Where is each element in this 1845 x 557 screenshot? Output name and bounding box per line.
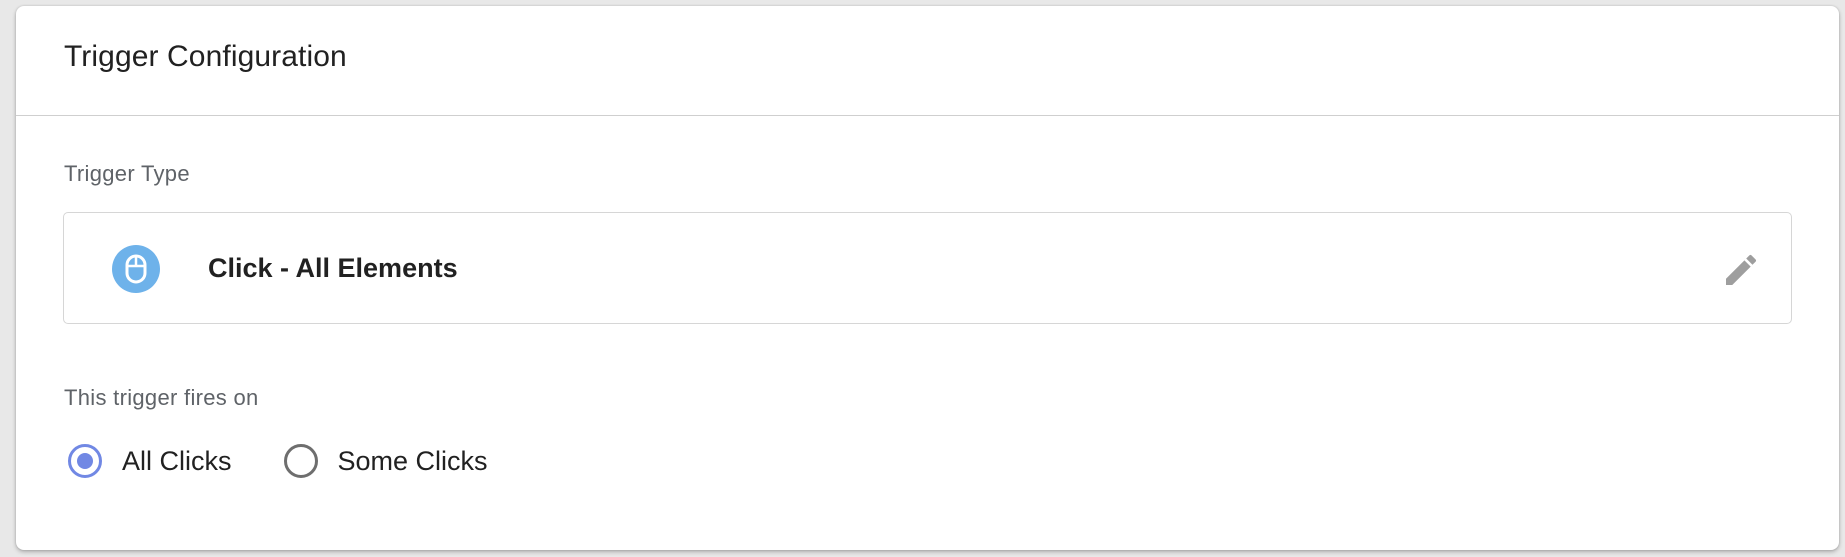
trigger-type-name: Click - All Elements: [208, 253, 458, 283]
card-header: Trigger Configuration: [16, 6, 1839, 116]
trigger-type-selector[interactable]: Click - All Elements: [63, 212, 1792, 324]
card-title: Trigger Configuration: [64, 40, 347, 73]
radio-label-some-clicks: Some Clicks: [337, 445, 488, 476]
radio-option-some-clicks[interactable]: Some Clicks: [282, 444, 488, 478]
radio-button-some-clicks[interactable]: [283, 444, 318, 478]
trigger-type-label: Trigger Type: [64, 161, 190, 186]
radio-button-all-clicks[interactable]: [68, 444, 102, 478]
radio-label-all-clicks: All Clicks: [122, 445, 232, 476]
pencil-icon[interactable]: [1721, 250, 1761, 290]
fires-on-radio-group: All Clicks Some Clicks: [66, 444, 538, 478]
fires-on-label: This trigger fires on: [64, 385, 259, 410]
mouse-icon: [112, 245, 160, 293]
radio-option-all-clicks[interactable]: All Clicks: [66, 444, 232, 478]
trigger-configuration-card: Trigger Configuration Trigger Type Click…: [16, 6, 1839, 550]
